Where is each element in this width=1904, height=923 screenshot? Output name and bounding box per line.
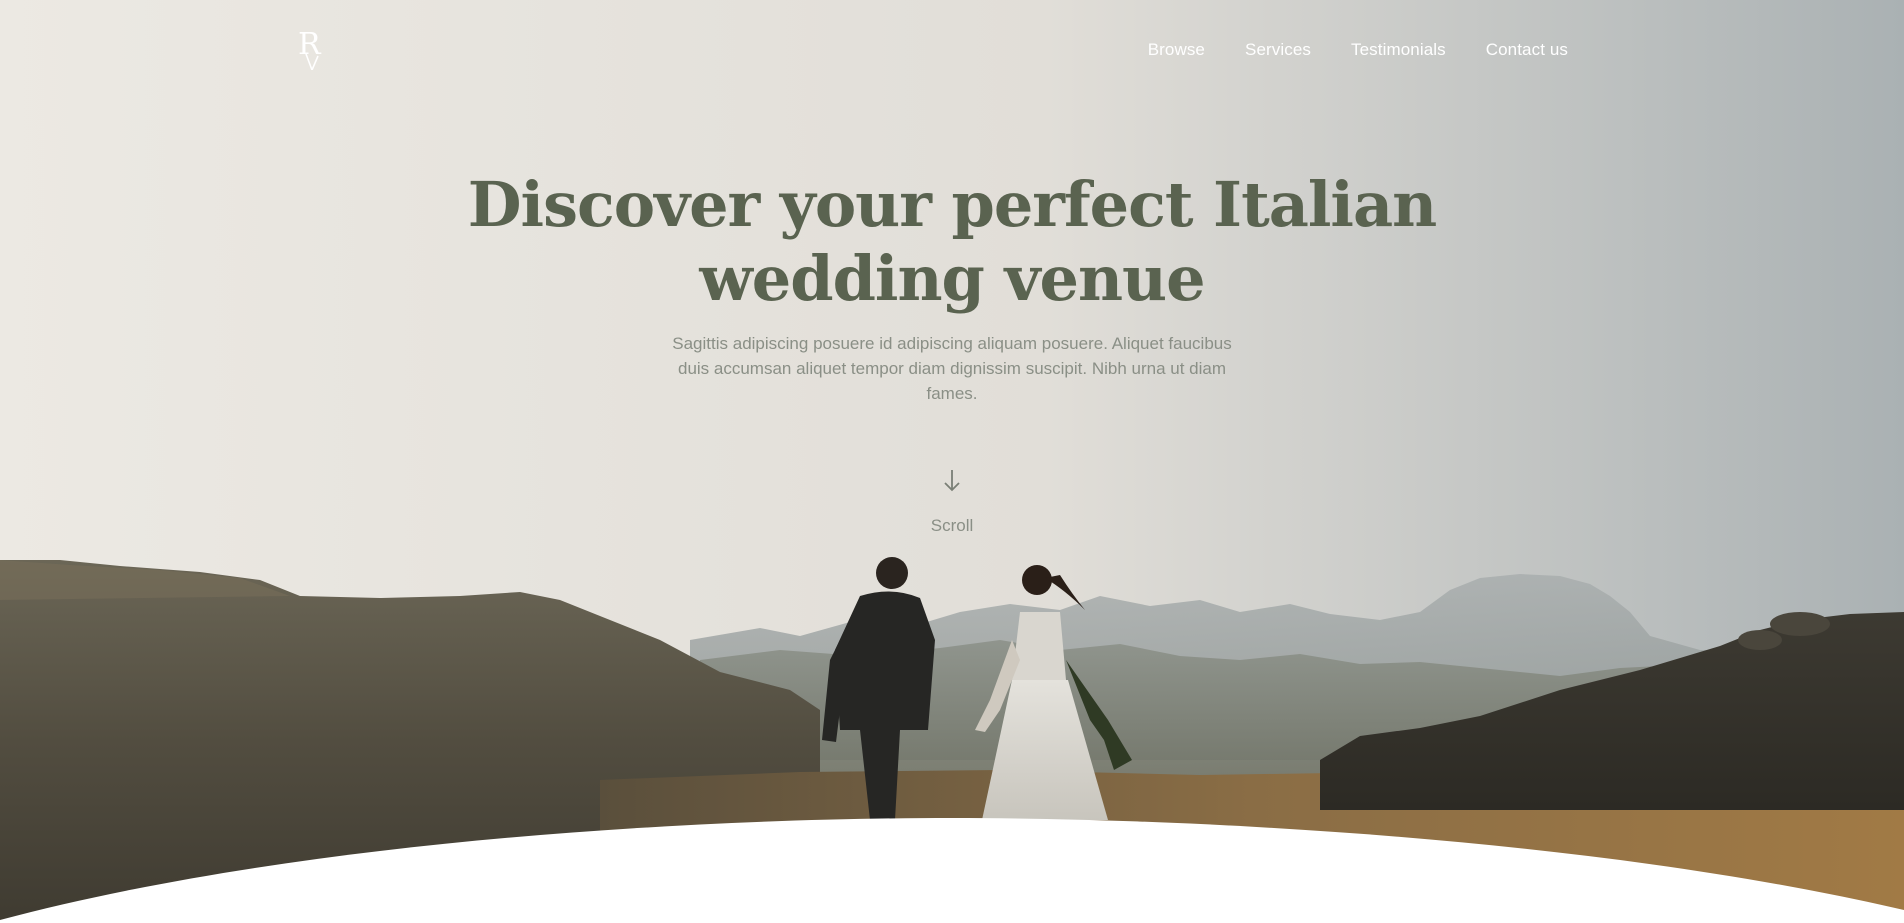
hero-photo — [0, 0, 1904, 923]
nav-link-services[interactable]: Services — [1245, 40, 1311, 60]
nav-link-browse[interactable]: Browse — [1148, 40, 1205, 60]
nav-link-contact[interactable]: Contact us — [1486, 40, 1568, 60]
scroll-label[interactable]: Scroll — [902, 516, 1002, 536]
hero-section: R Browse Services Testimonials Contact u… — [0, 0, 1904, 923]
site-header: R Browse Services Testimonials Contact u… — [0, 0, 1904, 100]
nav-link-testimonials[interactable]: Testimonials — [1351, 40, 1446, 60]
main-nav: Browse Services Testimonials Contact us — [1148, 40, 1568, 60]
hero-subtext: Sagittis adipiscing posuere id adipiscin… — [672, 334, 1232, 403]
hero-headline: Discover your perfect Italian wedding ve… — [467, 168, 1437, 315]
arrow-down-icon[interactable] — [942, 468, 962, 494]
logo-icon[interactable]: R — [296, 20, 328, 70]
